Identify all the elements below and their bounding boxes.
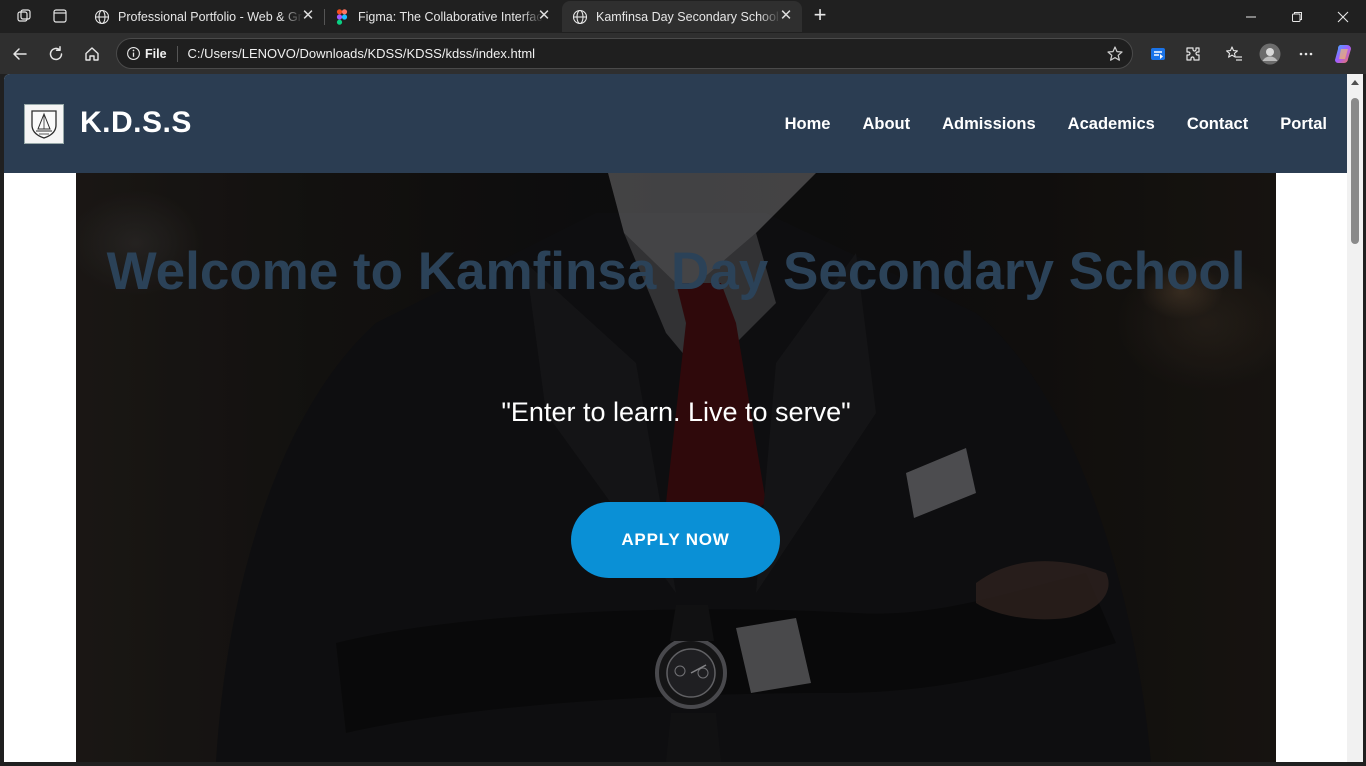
extensions-icon[interactable] xyxy=(1180,41,1206,67)
favorites-icon[interactable] xyxy=(1221,41,1247,67)
close-window-button[interactable] xyxy=(1320,0,1366,33)
restore-button[interactable] xyxy=(1274,0,1320,33)
hero-motto: "Enter to learn. Live to serve" xyxy=(501,397,851,427)
page-viewport: K.D.S.S Home About Admissions Academics … xyxy=(4,74,1347,762)
back-button[interactable] xyxy=(7,41,33,67)
brand-name[interactable]: K.D.S.S xyxy=(80,106,192,140)
profile-avatar[interactable] xyxy=(1257,41,1283,67)
tab-title: Figma: The Collaborative Interface xyxy=(358,9,543,24)
site-header: K.D.S.S Home About Admissions Academics … xyxy=(4,74,1347,173)
browser-toolbar: File C:/Users/LENOVO/Downloads/KDSS/KDSS… xyxy=(0,33,1366,74)
globe-icon xyxy=(94,9,110,25)
nav-about[interactable]: About xyxy=(862,115,910,134)
info-icon[interactable] xyxy=(125,46,141,62)
tab-figma[interactable]: Figma: The Collaborative Interface ✕ xyxy=(324,1,560,32)
address-divider xyxy=(176,45,178,62)
new-tab-button[interactable]: + xyxy=(808,4,832,28)
tab-close-icon[interactable]: ✕ xyxy=(778,8,794,24)
nav-academics[interactable]: Academics xyxy=(1068,115,1155,134)
immersive-reader-icon[interactable] xyxy=(1145,41,1171,67)
globe-icon xyxy=(572,9,588,25)
tab-title: Professional Portfolio - Web & Gr xyxy=(118,9,302,24)
main-nav: Home About Admissions Academics Contact … xyxy=(785,115,1327,134)
page-scrollbar[interactable] xyxy=(1347,74,1363,762)
apply-now-button[interactable]: APPLY NOW xyxy=(571,502,780,578)
tab-kamfinsa[interactable]: Kamfinsa Day Secondary School - ✕ xyxy=(562,1,802,32)
url-text[interactable]: C:/Users/LENOVO/Downloads/KDSS/KDSS/kdss… xyxy=(188,46,536,61)
address-bar[interactable]: File C:/Users/LENOVO/Downloads/KDSS/KDSS… xyxy=(116,38,1133,69)
minimize-button[interactable] xyxy=(1228,0,1274,33)
nav-contact[interactable]: Contact xyxy=(1187,115,1248,134)
nav-portal[interactable]: Portal xyxy=(1280,115,1327,134)
tab-close-icon[interactable]: ✕ xyxy=(300,8,316,24)
window-bottom-edge xyxy=(0,762,1366,766)
more-options-icon[interactable] xyxy=(1293,41,1319,67)
hero-section: Welcome to Kamfinsa Day Secondary School… xyxy=(76,173,1276,762)
home-button[interactable] xyxy=(79,41,105,67)
favorite-star-icon[interactable] xyxy=(1106,45,1124,63)
tab-actions-icon[interactable] xyxy=(48,5,72,27)
school-crest-icon xyxy=(31,110,57,139)
copilot-icon[interactable] xyxy=(1331,41,1357,67)
scroll-up-arrow-icon[interactable] xyxy=(1351,80,1359,85)
browser-tab-bar: Professional Portfolio - Web & Gr ✕ Figm… xyxy=(0,0,1366,33)
url-scheme-label: File xyxy=(145,46,167,61)
nav-home[interactable]: Home xyxy=(785,115,831,134)
school-logo[interactable] xyxy=(24,104,64,144)
tab-close-icon[interactable]: ✕ xyxy=(536,8,552,24)
workspaces-icon[interactable] xyxy=(12,5,36,27)
tab-title: Kamfinsa Day Secondary School - xyxy=(596,9,781,24)
scrollbar-thumb[interactable] xyxy=(1351,98,1359,244)
tab-portfolio[interactable]: Professional Portfolio - Web & Gr ✕ xyxy=(84,1,324,32)
figma-icon xyxy=(334,8,350,25)
hero-title: Welcome to Kamfinsa Day Secondary School xyxy=(106,242,1246,301)
reload-button[interactable] xyxy=(43,41,69,67)
nav-admissions[interactable]: Admissions xyxy=(942,115,1036,134)
